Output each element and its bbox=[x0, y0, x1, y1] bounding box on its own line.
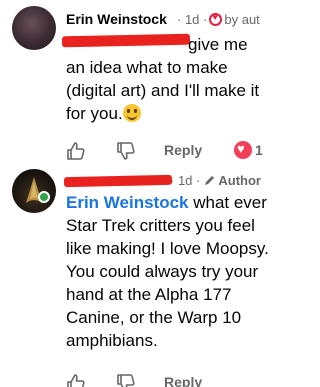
smiley-icon bbox=[122, 104, 141, 122]
reply-button[interactable]: Reply bbox=[164, 142, 202, 158]
comment-author[interactable]: Erin Weinstock bbox=[66, 11, 167, 27]
comment-meta: · 1d · Author bbox=[170, 173, 261, 188]
comment-actions: Reply bbox=[66, 373, 276, 387]
thumbs-up-icon[interactable] bbox=[66, 373, 86, 387]
author-badge: Author bbox=[218, 173, 261, 188]
heart-icon bbox=[234, 141, 252, 159]
thumbs-up-icon[interactable] bbox=[66, 141, 86, 161]
redaction-mark bbox=[63, 174, 173, 188]
trek-insignia-icon bbox=[26, 177, 42, 203]
thumbs-down-icon[interactable] bbox=[116, 141, 136, 161]
heart-icon bbox=[209, 12, 223, 26]
liked-by-author-text: by aut bbox=[224, 12, 260, 27]
comment: Erin Weinstock · 1d ·by aut give me an i… bbox=[0, 0, 276, 165]
mention-link[interactable]: Erin Weinstock bbox=[66, 193, 189, 212]
comment-time[interactable]: 1d bbox=[178, 173, 192, 188]
comment: · 1d · Author Erin Weinstock what ever St… bbox=[0, 165, 276, 387]
comment-text: Erin Weinstock what ever Star Trek critt… bbox=[66, 193, 269, 350]
avatar[interactable] bbox=[12, 6, 56, 50]
pen-icon bbox=[205, 176, 215, 185]
comment-text: give me an idea what to make (digital ar… bbox=[66, 35, 260, 123]
reaction-count[interactable]: 1 bbox=[234, 141, 263, 159]
comment-meta: · 1d ·by aut bbox=[177, 12, 260, 27]
comment-actions: Reply 1 bbox=[66, 141, 276, 161]
avatar[interactable] bbox=[12, 169, 56, 213]
reply-button[interactable]: Reply bbox=[164, 374, 202, 387]
comment-time[interactable]: 1d bbox=[185, 12, 199, 27]
online-status-dot bbox=[38, 191, 50, 203]
thumbs-down-icon[interactable] bbox=[116, 373, 136, 387]
